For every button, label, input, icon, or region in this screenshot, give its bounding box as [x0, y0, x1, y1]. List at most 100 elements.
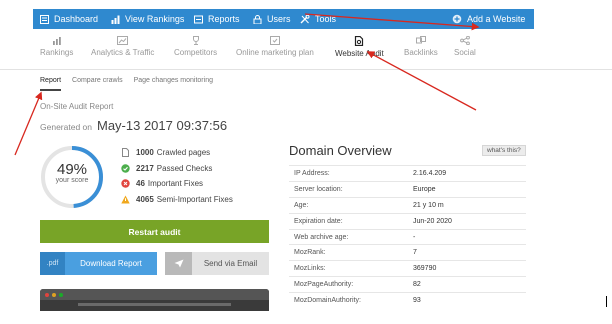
subnav-social-label: Social	[454, 48, 476, 57]
site-preview-thumbnail	[40, 289, 269, 311]
nav-users[interactable]: Users	[253, 9, 291, 29]
send-icon	[165, 252, 192, 275]
row-key: Web archive age:	[294, 233, 349, 241]
backlinks-icon	[415, 36, 426, 44]
row-key: Expiration date:	[294, 217, 343, 225]
row-value: 7	[413, 249, 417, 257]
send-email-label: Send via Email	[203, 259, 258, 268]
nav-view-rankings-label: View Rankings	[125, 14, 185, 24]
domain-overview-table: IP Address: 2.16.4.209 Server location: Eu…	[289, 165, 526, 308]
subnav-analytics-label: Analytics & Traffic	[91, 48, 155, 57]
score-caption: your score	[55, 177, 89, 184]
stat-passed-checks: 2217 Passed Checks	[121, 161, 233, 177]
download-report-label: Download Report	[80, 259, 142, 268]
audit-stats: 1000 Crawled pages 2217 Passed Checks 46…	[121, 145, 233, 207]
row-value: 369790	[413, 265, 437, 273]
tab-compare-crawls[interactable]: Compare crawls	[72, 77, 123, 91]
domain-overview-title: Domain Overview	[289, 143, 392, 158]
subnav-rankings[interactable]: Rankings	[40, 36, 73, 62]
error-circle-icon	[121, 179, 130, 188]
row-value: 2.16.4.209	[413, 169, 447, 177]
row-value: -	[413, 233, 416, 241]
report-icon	[194, 15, 203, 23]
row-key: Age:	[294, 201, 309, 209]
generated-date: May-13 2017 09:37:56	[96, 118, 228, 133]
row-value: 21 y 10 m	[413, 201, 444, 209]
restart-audit-button[interactable]: Restart audit	[40, 220, 269, 243]
add-website-button[interactable]: Add a Website	[452, 9, 525, 29]
preview-nav-strip	[78, 303, 231, 306]
nav-tools-label: Tools	[315, 14, 337, 24]
row-key: MozRank:	[294, 249, 326, 257]
subnav-analytics[interactable]: Analytics & Traffic	[91, 36, 154, 62]
preview-window-bar	[40, 289, 269, 300]
add-circle-icon	[452, 14, 462, 24]
table-row: Age: 21 y 10 m	[289, 196, 526, 213]
generated-label: Generated on	[40, 122, 92, 132]
add-website-label: Add a Website	[467, 14, 526, 24]
checklist-icon	[269, 36, 280, 45]
bar-chart-icon	[111, 15, 120, 24]
pdf-badge: .pdf	[40, 252, 65, 275]
dashboard-icon	[40, 14, 49, 24]
stat-crawled-count: 1000	[136, 148, 154, 158]
report-tabs: Report Compare crawls Page changes monit…	[40, 77, 224, 91]
row-value: Jun-20 2020	[413, 217, 452, 225]
subnav-rankings-label: Rankings	[40, 48, 74, 57]
stat-crawled-label: Crawled pages	[156, 148, 211, 158]
check-circle-icon	[121, 164, 130, 173]
nav-tools[interactable]: Tools	[300, 9, 336, 29]
nav-reports-label: Reports	[208, 14, 240, 24]
subnav-social[interactable]: Social	[454, 36, 476, 62]
nav-dashboard[interactable]: Dashboard	[40, 9, 98, 29]
window-maximize-dot	[59, 292, 63, 297]
subnav-competitors-label: Competitors	[174, 48, 218, 57]
stat-semi-important-count: 4065	[136, 194, 154, 204]
score-readout: 49% your score	[39, 162, 105, 184]
row-key: Server location:	[294, 185, 343, 193]
nav-view-rankings[interactable]: View Rankings	[111, 9, 184, 29]
stat-important-label: Important Fixes	[147, 179, 204, 189]
tab-report[interactable]: Report	[40, 77, 62, 91]
text-cursor	[606, 296, 607, 307]
table-row: MozRank: 7	[289, 244, 526, 260]
trophy-icon	[192, 36, 199, 45]
table-row: MozLinks: 369790	[289, 260, 526, 276]
audit-icon	[355, 36, 364, 46]
stat-crawled-pages: 1000 Crawled pages	[121, 145, 233, 161]
table-row: Web archive age: -	[289, 228, 526, 245]
rankings-icon	[52, 37, 61, 45]
analytics-icon	[117, 36, 129, 45]
generated-on: Generated on May-13 2017 09:37:56	[40, 118, 227, 133]
window-close-dot	[45, 292, 49, 297]
subnav-marketing-plan[interactable]: Online marketing plan	[236, 36, 314, 62]
table-row: IP Address: 2.16.4.209	[289, 165, 526, 181]
table-row: Expiration date: Jun-20 2020	[289, 212, 526, 229]
table-row: MozPageAuthority: 82	[289, 276, 526, 292]
tab-page-changes-monitoring[interactable]: Page changes monitoring	[134, 77, 213, 91]
warning-icon	[121, 195, 130, 204]
download-report-button[interactable]: .pdf Download Report	[40, 252, 157, 275]
send-email-button[interactable]: Send via Email	[165, 252, 269, 275]
subnav-backlinks-label: Backlinks	[404, 48, 438, 57]
tools-icon	[300, 14, 310, 23]
nav-users-label: Users	[267, 14, 291, 24]
table-row: Server location: Europe	[289, 180, 526, 197]
row-value: 93	[413, 297, 421, 305]
stat-passed-count: 2217	[136, 163, 154, 173]
nav-reports[interactable]: Reports	[194, 9, 240, 29]
row-key: MozPageAuthority:	[294, 281, 354, 289]
subnav-website-audit-label: Website Audit	[335, 49, 384, 58]
table-row: MozDomainAuthority: 93	[289, 292, 526, 308]
subnav-competitors[interactable]: Competitors	[174, 36, 217, 62]
row-key: IP Address:	[294, 169, 330, 177]
whats-this-button[interactable]: what's this?	[482, 145, 526, 156]
score-percent: 49%	[56, 161, 88, 178]
report-title: On-Site Audit Report	[40, 102, 114, 111]
stat-important-fixes: 46 Important Fixes	[121, 176, 233, 192]
nav-dashboard-label: Dashboard	[54, 14, 99, 24]
row-key: MozLinks:	[294, 265, 326, 273]
subnav-website-audit[interactable]: Website Audit	[335, 36, 384, 62]
subnav-marketing-plan-label: Online marketing plan	[236, 48, 314, 57]
subnav-backlinks[interactable]: Backlinks	[404, 36, 438, 62]
